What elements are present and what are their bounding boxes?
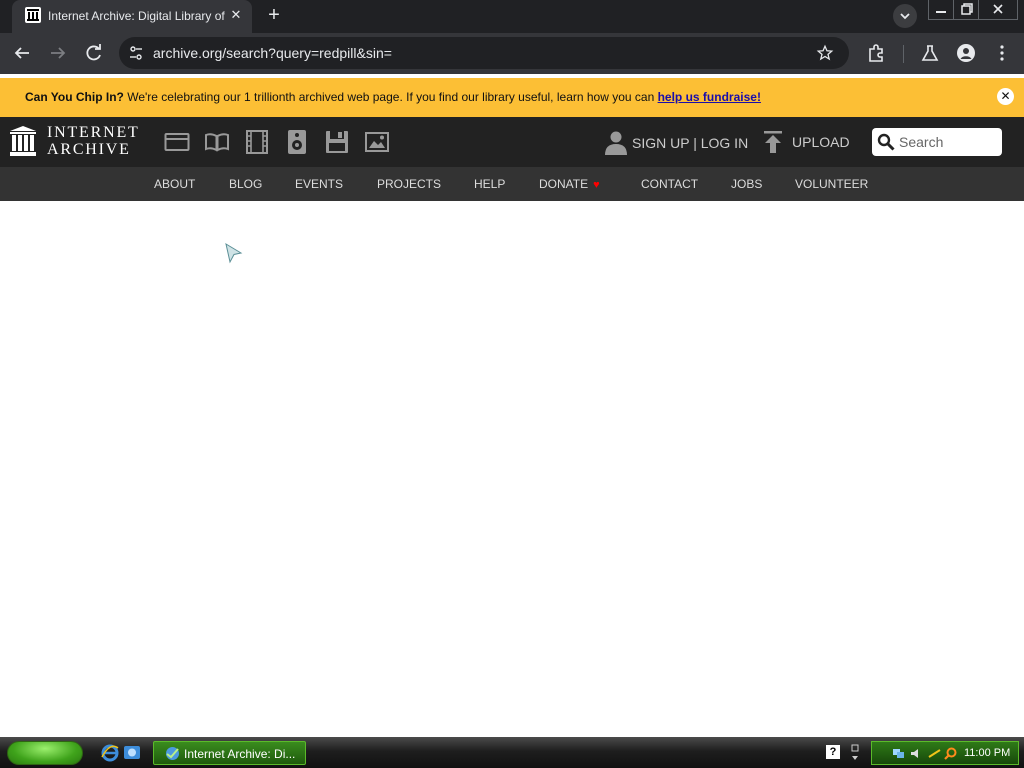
labs-flask-icon[interactable]	[920, 43, 940, 63]
internet-archive-logo-icon[interactable]	[9, 125, 37, 157]
restore-icon	[961, 3, 973, 15]
tray-arrows-icon[interactable]	[849, 744, 861, 762]
nav-projects[interactable]: PROJECTS	[377, 177, 441, 191]
new-tab-button[interactable]: +	[262, 4, 286, 28]
search-results-area	[0, 201, 1024, 737]
tab-close-icon[interactable]: ✕	[228, 7, 244, 23]
search-icon[interactable]	[877, 133, 895, 151]
nav-contact[interactable]: CONTACT	[641, 177, 698, 191]
minimize-button[interactable]	[928, 0, 954, 20]
tab-search-button[interactable]	[893, 4, 917, 28]
reload-icon[interactable]	[82, 41, 106, 65]
nav-donate[interactable]: DONATE	[539, 177, 588, 191]
start-button[interactable]	[7, 741, 83, 765]
search-box[interactable]	[872, 128, 1002, 156]
images-icon[interactable]	[364, 129, 390, 155]
ia-header: INTERNET ARCHIVE SIGN UP | LOG IN UPLOAD…	[0, 117, 1024, 167]
ia-top-nav: ABOUT BLOG EVENTS PROJECTS HELP DONATE ♥ …	[0, 167, 1024, 201]
nav-about[interactable]: ABOUT	[154, 177, 195, 191]
video-icon[interactable]	[244, 129, 270, 155]
ia-wordmark[interactable]: INTERNET ARCHIVE	[47, 124, 140, 158]
donation-banner: Can You Chip In? We're celebrating our 1…	[0, 78, 1024, 117]
banner-text: We're celebrating our 1 trillionth archi…	[123, 90, 658, 104]
texts-icon[interactable]	[204, 129, 230, 155]
internet-explorer-icon[interactable]	[101, 744, 119, 762]
minimize-icon	[936, 11, 946, 13]
tab-title: Internet Archive: Digital Library of	[48, 9, 225, 23]
banner-close-icon[interactable]: ✕	[997, 88, 1014, 105]
nav-donate-item[interactable]: DONATE ♥	[539, 177, 600, 191]
audio-icon[interactable]	[284, 129, 310, 155]
user-icon	[605, 131, 627, 155]
wordmark-line2: ARCHIVE	[47, 141, 131, 158]
restore-button[interactable]	[953, 0, 979, 20]
kebab-menu-icon[interactable]	[992, 43, 1012, 63]
taskbar-browser-item[interactable]: Internet Archive: Di...	[153, 741, 306, 765]
search-input[interactable]	[899, 132, 997, 152]
browser-tab[interactable]: Internet Archive: Digital Library of ✕	[12, 0, 252, 33]
wordmark-line1: INTERNET	[47, 124, 140, 141]
network-icon[interactable]	[892, 747, 905, 760]
fundraise-link[interactable]: help us fundraise!	[658, 90, 761, 104]
close-icon	[993, 4, 1003, 14]
nav-jobs[interactable]: JOBS	[731, 177, 762, 191]
nav-help[interactable]: HELP	[474, 177, 505, 191]
heart-icon: ♥	[593, 179, 600, 191]
toolbar-divider	[903, 45, 904, 63]
close-window-button[interactable]	[978, 0, 1018, 20]
address-bar[interactable]: archive.org/search?query=redpill&sin=	[119, 37, 849, 69]
back-icon[interactable]	[10, 41, 34, 65]
browser-app-icon	[166, 747, 179, 760]
upload-label[interactable]: UPLOAD	[792, 134, 850, 150]
tray-app-icon[interactable]	[928, 747, 941, 760]
clock: 11:00 PM	[964, 747, 1011, 759]
nav-blog[interactable]: BLOG	[229, 177, 262, 191]
software-icon[interactable]	[324, 129, 350, 155]
url-text[interactable]: archive.org/search?query=redpill&sin=	[153, 45, 392, 61]
show-desktop-icon[interactable]	[123, 744, 141, 762]
tray-search-icon[interactable]	[944, 747, 957, 760]
web-icon[interactable]	[164, 129, 190, 155]
browser-tab-strip: Internet Archive: Digital Library of ✕ +	[0, 0, 1024, 33]
bookmark-star-icon[interactable]	[816, 44, 834, 62]
nav-events[interactable]: EVENTS	[295, 177, 343, 191]
browser-toolbar: archive.org/search?query=redpill&sin=	[0, 33, 1024, 74]
banner-lead: Can You Chip In?	[25, 90, 124, 104]
volume-icon[interactable]	[910, 747, 923, 760]
help-icon[interactable]: ?	[826, 745, 840, 759]
forward-icon[interactable]	[46, 41, 70, 65]
profile-avatar-icon[interactable]	[956, 43, 976, 63]
taskbar-item-label: Internet Archive: Di...	[184, 747, 296, 761]
banner-message: Can You Chip In? We're celebrating our 1…	[25, 90, 761, 104]
mouse-pointer-icon	[225, 243, 243, 264]
system-tray: 11:00 PM	[871, 741, 1019, 765]
nav-volunteer[interactable]: VOLUNTEER	[795, 177, 868, 191]
site-settings-icon[interactable]	[128, 45, 144, 61]
signup-login-label[interactable]: SIGN UP | LOG IN	[632, 135, 748, 151]
archive-favicon-icon	[25, 7, 41, 23]
os-taskbar: Internet Archive: Di... ? 11:00 PM	[0, 737, 1024, 768]
chevron-down-icon	[900, 13, 910, 20]
upload-arrow-icon	[764, 131, 782, 153]
extensions-icon[interactable]	[866, 43, 886, 63]
